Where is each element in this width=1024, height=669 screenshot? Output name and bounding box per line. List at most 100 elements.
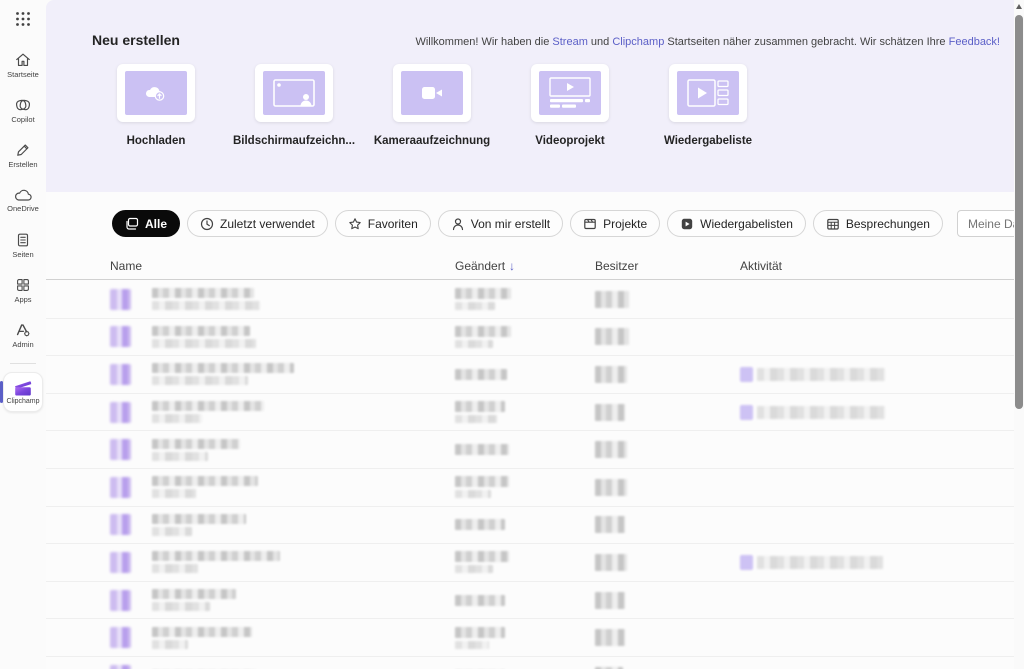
stream-link[interactable]: Stream xyxy=(552,36,587,48)
sidebar-item-admin[interactable]: Admin xyxy=(0,316,46,354)
camera-icon xyxy=(420,85,444,101)
video-thumbnail xyxy=(110,627,131,648)
chip-label: Favoriten xyxy=(368,217,418,231)
cloud-icon xyxy=(13,187,33,203)
activity-cell xyxy=(740,367,1014,382)
chip-favoriten[interactable]: Favoriten xyxy=(335,210,431,237)
name-cell xyxy=(110,401,455,423)
name-cell xyxy=(110,363,455,385)
chip-alle[interactable]: Alle xyxy=(112,210,180,237)
modified-cell xyxy=(455,595,595,606)
chip-besprechungen[interactable]: Besprechungen xyxy=(813,210,943,237)
rail-divider xyxy=(10,363,36,364)
person-icon xyxy=(451,217,465,231)
table-row[interactable] xyxy=(46,469,1014,507)
modified-cell xyxy=(455,288,595,310)
table-row[interactable] xyxy=(46,657,1014,669)
chip-label: Projekte xyxy=(603,217,647,231)
column-label: Aktivität xyxy=(740,259,782,273)
chip-label: Von mir erstellt xyxy=(471,217,550,231)
sidebar-item-label: Seiten xyxy=(12,251,33,259)
sidebar-item-onedrive[interactable]: OneDrive xyxy=(0,181,46,219)
table-row[interactable] xyxy=(46,356,1014,394)
sidebar-item-clipchamp[interactable]: Clipchamp xyxy=(3,372,43,412)
name-cell xyxy=(110,288,455,310)
video-thumbnail xyxy=(110,665,131,669)
scroll-up-button[interactable] xyxy=(1016,4,1022,9)
chip-label: Alle xyxy=(145,217,167,231)
feedback-link[interactable]: Feedback! xyxy=(949,36,1000,48)
video-thumbnail xyxy=(110,514,131,535)
active-item-indicator xyxy=(0,381,3,403)
modified-cell xyxy=(455,369,595,380)
clipchamp-link[interactable]: Clipchamp xyxy=(612,36,664,48)
chip-projekte[interactable]: Projekte xyxy=(570,210,660,237)
welcome-text: Willkommen! Wir haben die xyxy=(415,36,552,48)
name-cell xyxy=(110,514,455,536)
video-project-icon xyxy=(547,76,593,110)
modified-cell xyxy=(455,627,595,649)
table-row[interactable] xyxy=(46,394,1014,432)
vertical-scrollbar[interactable] xyxy=(1014,0,1024,669)
video-thumbnail xyxy=(110,439,131,460)
column-header-geaendert[interactable]: Geändert ↓ xyxy=(455,259,595,273)
sidebar-item-copilot[interactable]: Copilot xyxy=(0,91,46,129)
card-label: Videoprojekt xyxy=(535,135,604,147)
collections-icon xyxy=(125,217,139,231)
owner-cell xyxy=(595,291,740,308)
sort-desc-icon: ↓ xyxy=(509,259,515,273)
scrollbar-thumb[interactable] xyxy=(1015,15,1023,409)
owner-cell xyxy=(595,516,740,533)
table-row[interactable] xyxy=(46,431,1014,469)
clipchamp-icon xyxy=(13,380,33,397)
column-header-aktivitaet[interactable]: Aktivität xyxy=(740,259,1014,273)
table-row[interactable] xyxy=(46,582,1014,620)
sidebar-item-label: Startseite xyxy=(7,71,39,79)
card-wiedergabeliste[interactable]: Wiedergabeliste xyxy=(639,64,777,147)
apps-icon xyxy=(14,276,32,294)
card-videoprojekt[interactable]: Videoprojekt xyxy=(501,64,639,147)
table-row[interactable] xyxy=(46,619,1014,657)
video-thumbnail xyxy=(110,364,131,385)
column-header-name[interactable]: Name xyxy=(110,259,455,273)
card-hochladen[interactable]: Hochladen xyxy=(87,64,225,147)
activity-icon xyxy=(740,367,753,382)
card-label: Wiedergabeliste xyxy=(664,135,752,147)
chip-wiedergabelisten[interactable]: Wiedergabelisten xyxy=(667,210,806,237)
app-launcher-button[interactable] xyxy=(15,11,31,32)
sidebar-item-apps[interactable]: Apps xyxy=(0,271,46,309)
table-row[interactable] xyxy=(46,319,1014,357)
sidebar-item-label: Erstellen xyxy=(8,161,37,169)
card-bildschirmaufzeichnung[interactable]: Bildschirmaufzeichn... xyxy=(225,64,363,147)
chip-label: Wiedergabelisten xyxy=(700,217,793,231)
chip-label: Besprechungen xyxy=(846,217,930,231)
sidebar-item-startseite[interactable]: Startseite xyxy=(0,46,46,84)
create-cards: Hochladen Bildschirmaufzeichn... Kam xyxy=(87,64,777,147)
card-kameraaufzeichnung[interactable]: Kameraaufzeichnung xyxy=(363,64,501,147)
admin-icon xyxy=(14,321,32,339)
sidebar-item-label: Apps xyxy=(14,296,31,304)
calendar-icon xyxy=(826,217,840,231)
page-title: Neu erstellen xyxy=(92,32,180,48)
upload-cloud-icon xyxy=(143,83,169,103)
table-row[interactable] xyxy=(46,507,1014,545)
waffle-icon xyxy=(15,11,31,27)
create-new-banner: Neu erstellen Willkommen! Wir haben die … xyxy=(46,0,1014,192)
play-square-icon xyxy=(680,217,694,231)
activity-icon xyxy=(740,555,753,570)
sidebar-item-erstellen[interactable]: Erstellen xyxy=(0,136,46,174)
sidebar-item-seiten[interactable]: Seiten xyxy=(0,226,46,264)
table-row[interactable] xyxy=(46,544,1014,582)
chip-zuletzt-verwendet[interactable]: Zuletzt verwendet xyxy=(187,210,328,237)
activity-cell xyxy=(740,555,1014,570)
table-row[interactable] xyxy=(46,281,1014,319)
owner-cell xyxy=(595,366,740,383)
welcome-text: und xyxy=(588,36,612,48)
activity-icon xyxy=(740,405,753,420)
column-header-besitzer[interactable]: Besitzer xyxy=(595,259,740,273)
chip-von-mir-erstellt[interactable]: Von mir erstellt xyxy=(438,210,563,237)
modified-cell xyxy=(455,551,595,573)
filter-chips-row: Alle Zuletzt verwendet Favoriten Von mir… xyxy=(112,210,1014,237)
chip-label: Zuletzt verwendet xyxy=(220,217,315,231)
files-section: Alle Zuletzt verwendet Favoriten Von mir… xyxy=(46,192,1014,669)
